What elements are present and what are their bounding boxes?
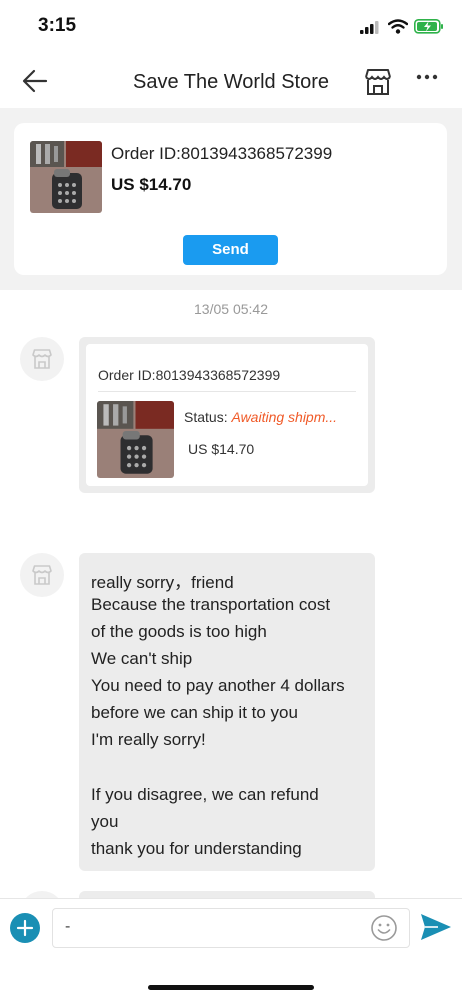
message-input-bar: - bbox=[0, 898, 462, 1001]
product-thumbnail bbox=[30, 141, 102, 213]
seller-avatar[interactable] bbox=[20, 891, 64, 898]
seller-avatar[interactable] bbox=[20, 337, 64, 381]
order-id: Order ID:8013943368572399 bbox=[111, 144, 333, 163]
order-message-id: Order ID:8013943368572399 bbox=[98, 367, 281, 383]
nav-bar: Save The World Store bbox=[0, 52, 462, 108]
chat-messages[interactable]: 13/05 05:42 Order ID:8013943368572399 St… bbox=[0, 290, 462, 898]
message-line: before we can ship it to you bbox=[91, 703, 298, 722]
order-message-price: US $14.70 bbox=[188, 441, 255, 457]
order-message-bubble[interactable]: Order ID:8013943368572399 Status: Awaiti… bbox=[79, 337, 375, 493]
order-status: Status: Awaiting shipm... bbox=[184, 409, 337, 425]
message-bubble-partial[interactable] bbox=[79, 891, 375, 898]
order-message-card[interactable]: Order ID:8013943368572399 Status: Awaiti… bbox=[86, 344, 368, 486]
store-avatar-icon bbox=[32, 565, 52, 585]
add-attachment-button[interactable] bbox=[10, 913, 40, 943]
cellular-signal-icon bbox=[360, 21, 379, 34]
status-bar: 3:15 bbox=[0, 0, 462, 52]
order-card: Order ID:8013943368572399 US $14.70 Send bbox=[14, 123, 447, 275]
message-line: Because the transportation cost bbox=[91, 595, 331, 614]
order-price: US $14.70 bbox=[111, 175, 192, 194]
battery-charging-icon bbox=[414, 19, 443, 34]
order-status-value: Awaiting shipm... bbox=[231, 409, 338, 425]
home-indicator bbox=[148, 985, 314, 990]
message-input-value: - bbox=[65, 918, 71, 935]
message-line: thank you for understanding bbox=[91, 839, 302, 858]
message-timestamp: 13/05 05:42 bbox=[194, 301, 268, 317]
message-line: of the goods is too high bbox=[91, 622, 267, 641]
status-time: 3:15 bbox=[38, 15, 77, 36]
message-line: We can't ship bbox=[91, 649, 193, 668]
send-icon[interactable] bbox=[420, 913, 452, 941]
wifi-icon bbox=[388, 19, 408, 34]
message-line: I'm really sorry! bbox=[91, 730, 206, 749]
divider bbox=[98, 391, 356, 392]
message-line: You need to pay another 4 dollars bbox=[91, 676, 345, 695]
message-line: If you disagree, we can refund bbox=[91, 785, 319, 804]
more-dots-icon[interactable] bbox=[416, 74, 438, 80]
message-line: really sorry，friend bbox=[91, 573, 234, 592]
order-status-label: Status: bbox=[184, 409, 228, 425]
text-message-bubble[interactable]: really sorry，friend Because the transpor… bbox=[79, 553, 375, 871]
product-thumbnail bbox=[97, 401, 174, 478]
message-input[interactable]: - bbox=[52, 908, 410, 948]
storefront-icon[interactable] bbox=[363, 67, 393, 97]
seller-avatar[interactable] bbox=[20, 553, 64, 597]
store-avatar-icon bbox=[32, 349, 52, 369]
emoji-icon[interactable] bbox=[370, 914, 398, 942]
message-line: you bbox=[91, 812, 119, 831]
send-order-button[interactable]: Send bbox=[183, 235, 278, 265]
plus-icon bbox=[16, 919, 34, 937]
